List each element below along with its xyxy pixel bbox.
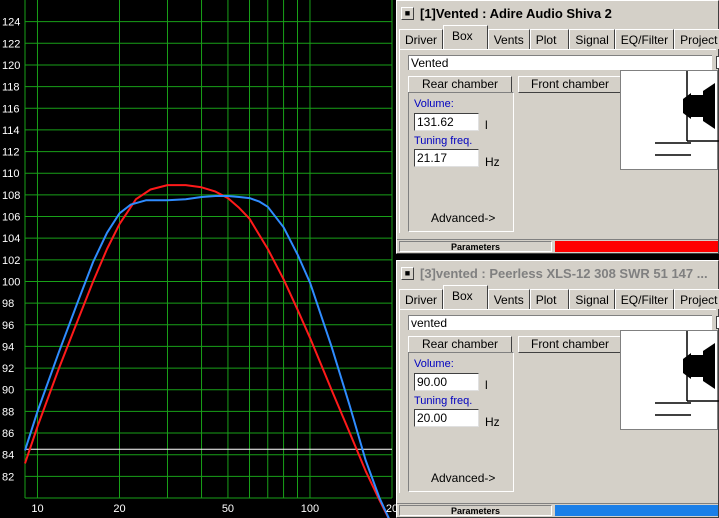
- front-chamber-button[interactable]: Front chamber: [518, 76, 622, 93]
- advanced-button[interactable]: Advanced->: [431, 211, 495, 225]
- y-tick-label: 100: [2, 276, 20, 288]
- y-tick-label: 98: [2, 298, 14, 310]
- window-1-titlebar[interactable]: ■ [1]Vented : Adire Audio Shiva 2: [397, 1, 718, 25]
- box-diagram: [620, 330, 719, 430]
- x-tick-label: 10: [31, 503, 43, 515]
- tab-vents[interactable]: Vents: [487, 29, 530, 49]
- window-1-title: [1]Vented : Adire Audio Shiva 2: [420, 5, 612, 21]
- rear-chamber-group: Volume: 90.00 l Tuning freq. 20.00 Hz Ad…: [408, 352, 514, 492]
- y-tick-label: 94: [2, 341, 14, 353]
- x-tick-label: 20: [113, 503, 125, 515]
- tab-plot[interactable]: Plot: [529, 29, 570, 49]
- y-tick-label: 118: [2, 82, 20, 94]
- window-1-tabs: Driver Box Vents Plot Signal EQ/Filter P…: [397, 25, 719, 49]
- enclosure-window-3[interactable]: ■ [3]vented : Peerless XLS-12 308 SWR 51…: [396, 260, 719, 518]
- volume-unit: l: [485, 118, 488, 132]
- volume-label: Volume:: [414, 358, 454, 370]
- tab-plot[interactable]: Plot: [529, 289, 570, 309]
- box-tab-panel: Vented Rear chamber Front chamber Volume…: [399, 49, 719, 233]
- enclosure-diagram-icon: [655, 71, 719, 156]
- box-type-field[interactable]: vented: [408, 315, 712, 330]
- tuning-input[interactable]: 21.17: [414, 149, 479, 167]
- window-3-statusbar: Parameters: [397, 503, 718, 517]
- x-tick-label: 100: [301, 503, 319, 515]
- volume-input[interactable]: 90.00: [414, 373, 479, 391]
- tab-signal[interactable]: Signal: [569, 289, 615, 309]
- box-tab-panel: vented Rear chamber Front chamber Volume…: [399, 309, 719, 493]
- y-tick-label: 110: [2, 168, 20, 180]
- y-tick-label: 124: [2, 17, 20, 29]
- y-tick-label: 86: [2, 428, 14, 440]
- y-tick-label: 84: [2, 450, 14, 462]
- rear-chamber-button[interactable]: Rear chamber: [408, 76, 512, 93]
- volume-input[interactable]: 131.62: [414, 113, 479, 131]
- tab-box[interactable]: Box: [443, 25, 488, 49]
- tuning-label: Tuning freq.: [414, 395, 473, 407]
- parameters-bar: [555, 241, 718, 252]
- y-tick-label: 112: [2, 147, 20, 159]
- window-3-titlebar[interactable]: ■ [3]vented : Peerless XLS-12 308 SWR 51…: [397, 261, 718, 285]
- blue-response-curve: [24, 195, 390, 518]
- y-tick-label: 88: [2, 406, 14, 418]
- tab-box[interactable]: Box: [443, 285, 488, 309]
- tuning-input[interactable]: 20.00: [414, 409, 479, 427]
- tab-vents[interactable]: Vents: [487, 289, 530, 309]
- red-response-curve: [24, 184, 390, 518]
- tuning-unit: Hz: [485, 415, 500, 429]
- tuning-unit: Hz: [485, 155, 500, 169]
- tab-eq-filter[interactable]: EQ/Filter: [614, 289, 675, 309]
- y-tick-label: 108: [2, 190, 20, 202]
- y-tick-label: 96: [2, 320, 14, 332]
- tab-project[interactable]: Project: [674, 29, 719, 49]
- volume-unit: l: [485, 378, 488, 392]
- tab-signal[interactable]: Signal: [569, 29, 615, 49]
- y-tick-label: 102: [2, 255, 20, 267]
- window-1-statusbar: Parameters: [397, 239, 718, 253]
- rear-chamber-button[interactable]: Rear chamber: [408, 336, 512, 353]
- y-tick-label: 90: [2, 385, 14, 397]
- front-chamber-button[interactable]: Front chamber: [518, 336, 622, 353]
- parameters-bar: [555, 505, 718, 516]
- y-tick-label: 104: [2, 233, 20, 245]
- window-3-title: [3]vented : Peerless XLS-12 308 SWR 51 1…: [420, 265, 708, 281]
- tab-driver[interactable]: Driver: [399, 289, 443, 309]
- y-tick-label: 120: [2, 60, 20, 72]
- tab-project[interactable]: Project: [674, 289, 719, 309]
- window-3-tabs: Driver Box Vents Plot Signal EQ/Filter P…: [397, 285, 719, 309]
- y-tick-label: 116: [2, 103, 20, 115]
- system-menu-icon[interactable]: ■: [401, 6, 414, 20]
- tuning-label: Tuning freq.: [414, 135, 473, 147]
- x-tick-label: 50: [222, 503, 234, 515]
- y-tick-label: 82: [2, 471, 14, 483]
- advanced-button[interactable]: Advanced->: [431, 471, 495, 485]
- parameters-label: Parameters: [399, 241, 552, 252]
- enclosure-window-1[interactable]: ■ [1]Vented : Adire Audio Shiva 2 Driver…: [396, 0, 719, 254]
- y-tick-label: 114: [2, 125, 20, 137]
- parameters-label: Parameters: [399, 505, 552, 516]
- y-tick-label: 92: [2, 363, 14, 375]
- box-diagram: [620, 70, 719, 170]
- rear-chamber-group: Volume: 131.62 l Tuning freq. 21.17 Hz A…: [408, 92, 514, 232]
- system-menu-icon[interactable]: ■: [401, 266, 414, 280]
- volume-label: Volume:: [414, 98, 454, 110]
- tab-eq-filter[interactable]: EQ/Filter: [614, 29, 675, 49]
- y-tick-label: 122: [2, 38, 20, 50]
- box-type-field[interactable]: Vented: [408, 55, 712, 70]
- enclosure-diagram-icon: [655, 331, 719, 416]
- tab-driver[interactable]: Driver: [399, 29, 443, 49]
- y-tick-label: 106: [2, 212, 20, 224]
